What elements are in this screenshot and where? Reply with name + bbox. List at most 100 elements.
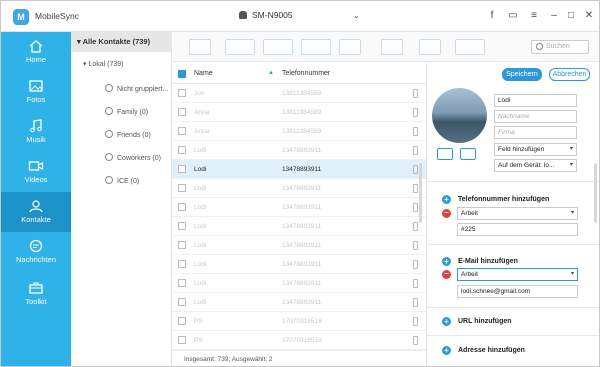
menu-icon[interactable]: ≡	[527, 9, 541, 23]
save-button[interactable]: Speichern	[502, 68, 542, 81]
table-row[interactable]: Lodi 13478893911	[172, 141, 426, 160]
row-checkbox[interactable]	[178, 184, 186, 192]
table-row[interactable]: Lodi 13478893911	[172, 179, 426, 198]
row-checkbox[interactable]	[178, 241, 186, 249]
table-row[interactable]: PS 17070316518	[172, 312, 426, 331]
nav-toolkit[interactable]: Toolkit	[1, 274, 71, 314]
row-checkbox[interactable]	[178, 317, 186, 325]
contact-phone: 13478893911	[282, 185, 322, 192]
edit-icon[interactable]	[437, 148, 453, 160]
nav-musik[interactable]: Musik	[1, 112, 71, 152]
table-row[interactable]: Lodi 13478893911	[172, 217, 426, 236]
contact-phone: 17070316518	[282, 337, 322, 344]
column-phone[interactable]: Telefonnummer	[282, 63, 330, 84]
row-checkbox[interactable]	[178, 89, 186, 97]
table-row[interactable]: Anna 13811384589	[172, 103, 426, 122]
contact-name: Lodi	[194, 280, 207, 287]
chevron-down-icon[interactable]: ⌄	[353, 11, 360, 20]
export-device-icon[interactable]	[263, 39, 293, 55]
search-input[interactable]: Suchen	[531, 40, 589, 54]
add-phone-icon[interactable]: +	[442, 195, 451, 204]
storage-select[interactable]: Auf dem Gerät: lo... ▾	[494, 159, 577, 172]
table-row[interactable]: Lodi 13478893911	[172, 236, 426, 255]
tree-group-label: Family (0)	[117, 109, 149, 116]
list-scrollbar[interactable]	[419, 163, 422, 223]
tree-group-ice[interactable]: ICE (0)	[105, 176, 139, 185]
table-row[interactable]: Lodi 13478893911	[172, 255, 426, 274]
feedback-icon[interactable]: ▭	[506, 9, 520, 23]
first-name-field[interactable]: Lodi	[494, 94, 577, 107]
phone-section-title[interactable]: Telefonnummer hinzufügen	[458, 196, 549, 203]
add-email-icon[interactable]: +	[442, 257, 451, 266]
delete-icon[interactable]	[339, 39, 361, 55]
detail-scrollbar[interactable]	[594, 163, 597, 223]
email-field[interactable]: lodi.schnee@gmail.com	[457, 285, 578, 298]
email-type-select[interactable]: Arbeit ▾	[457, 268, 578, 281]
tree-group-ungrouped[interactable]: Nicht gruppiert...	[105, 84, 168, 93]
add-url-icon[interactable]: +	[442, 317, 451, 326]
add-icon[interactable]	[189, 39, 211, 55]
facebook-icon[interactable]: f	[485, 9, 499, 23]
row-checkbox[interactable]	[178, 165, 186, 173]
tree-all-contacts[interactable]: ▾ Alle Kontakte (739)	[71, 32, 172, 52]
contact-phone: 13478893911	[282, 261, 322, 268]
phone-type-select[interactable]: Arbeit ▾	[457, 207, 578, 220]
maximize-icon[interactable]: □	[564, 9, 578, 23]
duplicate-icon[interactable]	[419, 39, 441, 55]
nav-fotos[interactable]: Fotos	[1, 72, 71, 112]
column-name[interactable]: Name	[194, 63, 213, 84]
close-icon[interactable]: ✕	[582, 9, 596, 23]
row-checkbox[interactable]	[178, 260, 186, 268]
table-row[interactable]: Jon 13811384589	[172, 84, 426, 103]
tree-group-coworkers[interactable]: Coworkers (0)	[105, 153, 161, 162]
nav-home[interactable]: Home	[1, 32, 71, 72]
add-address-icon[interactable]: +	[442, 346, 451, 355]
row-checkbox[interactable]	[178, 203, 186, 211]
nav-musik-label: Musik	[26, 135, 46, 144]
table-row[interactable]: Anna 13811384589	[172, 122, 426, 141]
import-icon[interactable]	[225, 39, 255, 55]
url-section-title[interactable]: URL hinzufügen	[458, 318, 512, 325]
row-checkbox[interactable]	[178, 298, 186, 306]
select-all-checkbox[interactable]	[178, 70, 186, 78]
last-name-field[interactable]: Nachname	[494, 110, 577, 123]
row-checkbox[interactable]	[178, 108, 186, 116]
phone-icon	[413, 146, 418, 155]
row-checkbox[interactable]	[178, 146, 186, 154]
avatar[interactable]	[432, 88, 487, 143]
row-checkbox[interactable]	[178, 279, 186, 287]
tree-group-family[interactable]: Family (0)	[105, 107, 148, 116]
row-checkbox[interactable]	[178, 127, 186, 135]
table-row[interactable]: Lodi 13478893911	[172, 274, 426, 293]
tree-group-friends[interactable]: Friends (0)	[105, 130, 151, 139]
sort-asc-icon[interactable]: ▲	[268, 63, 274, 84]
minimize-icon[interactable]: –	[547, 9, 561, 23]
address-section-title[interactable]: Adresse hinzufügen	[458, 347, 525, 354]
row-checkbox[interactable]	[178, 336, 186, 344]
home-icon	[29, 40, 43, 53]
device-selector[interactable]: SM-N9005	[239, 10, 293, 20]
export-pc-icon[interactable]	[301, 39, 331, 55]
toolbox-icon[interactable]	[455, 39, 485, 55]
message-icon	[29, 239, 43, 253]
company-field[interactable]: Firma	[494, 126, 577, 139]
tree-local[interactable]: ▾ Lokal (739)	[83, 60, 124, 68]
cancel-button[interactable]: Abbrechen	[549, 68, 590, 81]
add-field-select[interactable]: Feld hinzufügen ▾	[494, 143, 577, 156]
nav-toolkit-label: Toolkit	[25, 297, 47, 306]
phone-number-field[interactable]: #225	[457, 223, 578, 236]
table-row[interactable]: Lodi 13478893911	[172, 293, 426, 312]
nav-kontakte[interactable]: Kontakte	[1, 192, 71, 232]
remove-photo-icon[interactable]	[460, 148, 476, 160]
table-row[interactable]: Lodi 13478893911	[172, 160, 426, 179]
phone-icon	[413, 260, 418, 269]
row-checkbox[interactable]	[178, 222, 186, 230]
remove-email-icon[interactable]: −	[442, 270, 451, 279]
table-row[interactable]: Lodi 13478893911	[172, 198, 426, 217]
nav-videos[interactable]: Videos	[1, 152, 71, 192]
table-row[interactable]: PS 17070316518	[172, 331, 426, 350]
nav-nachrichten[interactable]: Nachrichten	[1, 232, 71, 274]
refresh-icon[interactable]	[381, 39, 403, 55]
email-section-title[interactable]: E-Mail hinzufügen	[458, 258, 518, 265]
remove-phone-icon[interactable]: −	[442, 209, 451, 218]
